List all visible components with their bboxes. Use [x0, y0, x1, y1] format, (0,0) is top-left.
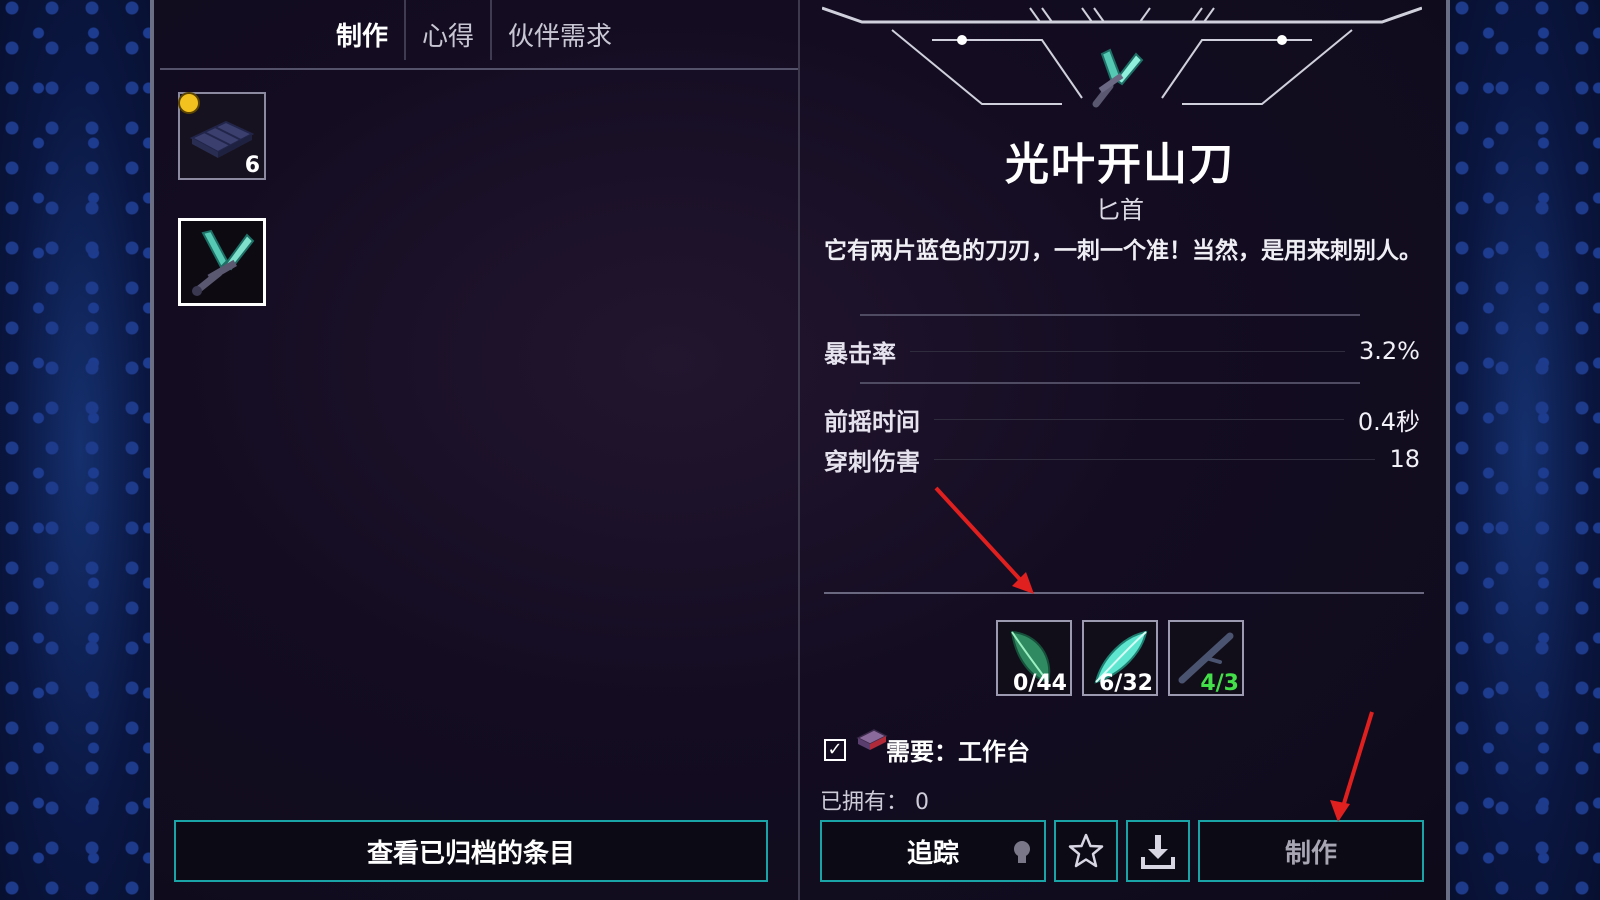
recipe-count: 6	[244, 153, 260, 178]
stat-value: 3.2%	[1359, 337, 1420, 365]
stat-row-pierce: 穿刺伤害 18	[824, 442, 1420, 476]
divider	[860, 314, 1360, 316]
background-foliage-left	[0, 0, 160, 900]
material-slot-stick[interactable]: 4/3	[1168, 620, 1244, 696]
requirement-checkbox[interactable]: ✓	[824, 738, 846, 761]
twin-blade-dagger-icon	[192, 229, 255, 296]
stat-label: 前摇时间	[824, 407, 920, 436]
item-description: 它有两片蓝色的刀刃，一刺一个准！当然，是用来刺别人。	[824, 238, 1422, 264]
star-icon	[1068, 833, 1104, 868]
stat-row-crit: 暴击率 3.2%	[824, 334, 1420, 368]
header-ornament	[822, 6, 1422, 108]
material-slot-cyan-leaf[interactable]: 6/32	[1082, 620, 1158, 696]
favorite-button[interactable]	[1054, 820, 1118, 882]
materials-divider	[824, 592, 1424, 594]
new-marker-icon	[178, 92, 200, 114]
stat-leader	[910, 350, 1346, 352]
owned-count: 已拥有： 0	[820, 790, 929, 815]
stat-value: 0.4秒	[1357, 407, 1420, 436]
material-count: 4/3	[1200, 671, 1239, 696]
workbench-icon	[856, 729, 888, 750]
requirement-row: ✓ 需要：工作台	[824, 729, 1030, 767]
stat-leader	[934, 458, 1376, 460]
stat-label: 穿刺伤害	[824, 447, 920, 476]
material-count: 6/32	[1099, 671, 1153, 696]
craft-button[interactable]: 制作	[1198, 820, 1424, 882]
divider	[860, 382, 1360, 384]
track-label: 追踪	[906, 838, 959, 869]
material-slot-leaf[interactable]: 0/44	[996, 620, 1072, 696]
item-type: 匕首	[1096, 196, 1144, 224]
item-name: 光叶开山刀	[1005, 139, 1235, 190]
recipe-slot-wood-plank[interactable]: 6	[178, 92, 266, 180]
tab-insights[interactable]: 心得	[406, 15, 490, 59]
tabs-underline	[160, 68, 798, 70]
tab-crafting[interactable]: 制作	[320, 15, 404, 59]
track-button[interactable]: 追踪	[820, 820, 1046, 882]
download-icon	[1141, 835, 1175, 869]
recipe-slot-twin-blade[interactable]	[178, 218, 266, 306]
background-foliage-right	[1450, 0, 1600, 900]
tab-companion-needs[interactable]: 伙伴需求	[492, 15, 628, 59]
download-button[interactable]	[1126, 820, 1190, 882]
tab-bar: 制作 心得 伙伴需求	[320, 0, 628, 60]
stat-leader	[934, 418, 1344, 420]
stat-value: 18	[1389, 445, 1420, 473]
stat-label: 暴击率	[824, 339, 896, 368]
requirement-text: 需要：工作台	[886, 738, 1030, 766]
stat-row-windup: 前摇时间 0.4秒	[824, 402, 1420, 436]
item-dagger-icon	[1092, 48, 1144, 108]
material-count: 0/44	[1013, 671, 1067, 696]
view-archived-button[interactable]: 查看已归档的条目	[174, 820, 768, 882]
bulb-icon	[1014, 841, 1030, 863]
